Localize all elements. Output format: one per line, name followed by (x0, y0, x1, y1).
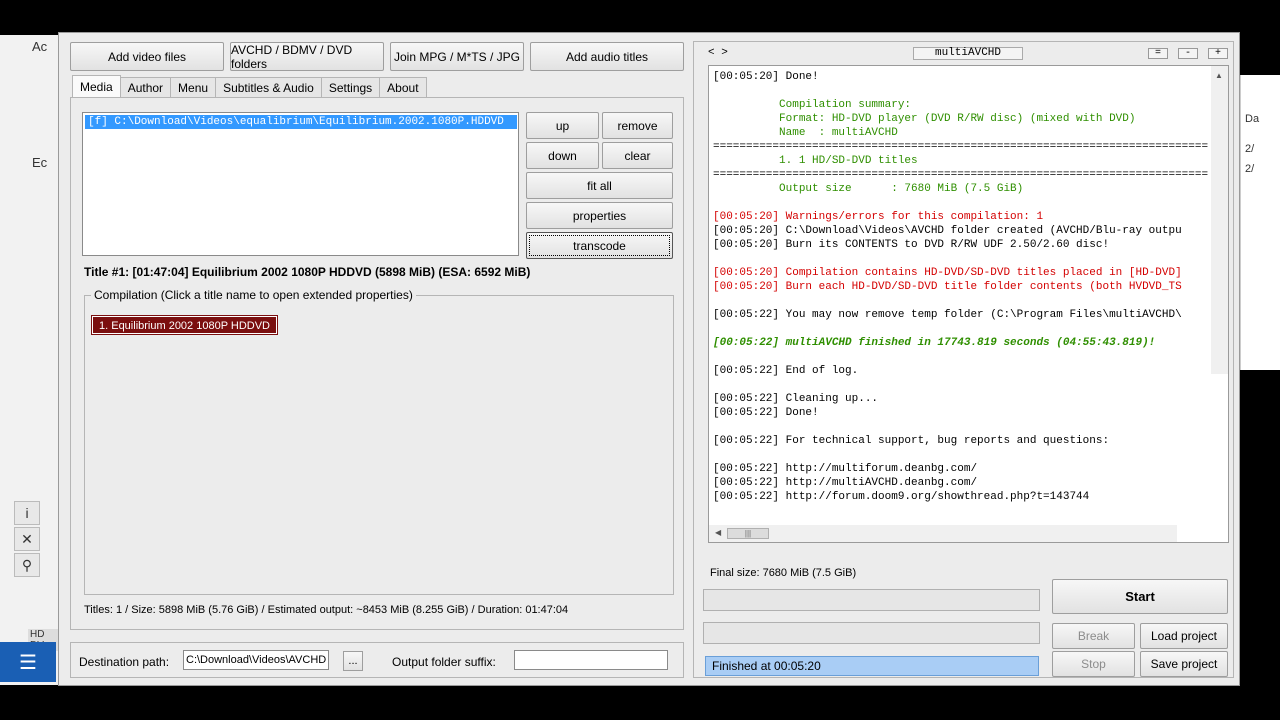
tab-author[interactable]: Author (119, 77, 172, 98)
log-line: 1. 1 HD/SD-DVD titles (713, 155, 918, 167)
stop-button[interactable]: Stop (1052, 651, 1135, 677)
fit-all-button[interactable]: fit all (526, 172, 673, 199)
tab-bar: Media Author Menu Subtitles & Audio Sett… (72, 75, 427, 98)
font-smaller-icon[interactable]: - (1178, 48, 1198, 59)
log-line: [00:05:20] Warnings/errors for this comp… (713, 211, 1044, 223)
background-text: Da (1245, 113, 1260, 125)
start-button[interactable]: Start (1052, 579, 1228, 614)
log-line: [00:05:22] http://multiforum.deanbg.com/ (713, 463, 978, 475)
avchd-folders-button[interactable]: AVCHD / BDMV / DVD folders (230, 42, 384, 71)
tab-about[interactable]: About (379, 77, 427, 98)
remove-button[interactable]: remove (602, 112, 673, 139)
info-icon[interactable]: i (14, 501, 40, 525)
log-lines: [00:05:20] Done! Compilation summary: Fo… (713, 70, 1208, 524)
taskbar-menu-icon[interactable]: ☰ (0, 642, 56, 682)
scroll-left-arrow-icon[interactable]: ◀ (715, 528, 721, 537)
multiavchd-window: Add video files AVCHD / BDMV / DVD folde… (58, 32, 1240, 686)
font-larger-icon[interactable]: + (1208, 48, 1228, 59)
search-icon[interactable]: ⚲ (14, 553, 40, 577)
add-audio-titles-button[interactable]: Add audio titles (530, 42, 684, 71)
file-list-item[interactable]: [f] C:\Download\Videos\equalibrium\Equil… (85, 115, 517, 129)
log-line: [00:05:22] http://forum.doom9.org/showth… (713, 491, 1090, 503)
compilation-group: Compilation (Click a title name to open … (84, 288, 674, 595)
load-project-button[interactable]: Load project (1140, 623, 1228, 649)
compilation-title-item[interactable]: 1. Equilibrium 2002 1080P HDDVD (91, 315, 278, 335)
tab-subtitles-audio[interactable]: Subtitles & Audio (215, 77, 322, 98)
status-bar: Finished at 00:05:20 (705, 656, 1039, 676)
panel-toggle-button[interactable]: < > (708, 47, 728, 59)
log-line: [00:05:22] End of log. (713, 365, 859, 377)
vertical-scrollbar[interactable]: ▲ (1211, 66, 1228, 374)
scrollbar-thumb[interactable]: ||| (727, 528, 769, 539)
log-line: [00:05:20] Burn each HD-DVD/SD-DVD title… (713, 281, 1182, 293)
log-line: [00:05:22] http://multiAVCHD.deanbg.com/ (713, 477, 978, 489)
screen: Ac Ec i ✕ ⚲ HD DV ☰ Da 2/ 2/ Add video f… (0, 0, 1280, 720)
progress-bar-secondary (703, 622, 1040, 644)
background-text: Ac (32, 39, 48, 54)
clear-button[interactable]: clear (602, 142, 673, 169)
log-output[interactable]: [00:05:20] Done! Compilation summary: Fo… (708, 65, 1229, 543)
save-project-button[interactable]: Save project (1140, 651, 1228, 677)
background-app-left: Ac Ec i ✕ ⚲ HD DV (0, 35, 60, 685)
close-icon[interactable]: ✕ (14, 527, 40, 551)
destination-path-label: Destination path: (79, 655, 170, 669)
log-line: [00:05:22] Done! (713, 407, 819, 419)
background-text: 2/ (1245, 143, 1255, 155)
output-folder-suffix-input[interactable] (514, 650, 668, 670)
horizontal-scrollbar[interactable]: ◀ ||| (709, 525, 1177, 542)
log-line: Name : multiAVCHD (713, 127, 898, 139)
log-line: [00:05:20] Done! (713, 71, 819, 83)
log-line: [00:05:20] Burn its CONTENTS to DVD R/RW… (713, 239, 1110, 251)
progress-bar-primary (703, 589, 1040, 611)
destination-bar: Destination path: ... Output folder suff… (70, 642, 684, 678)
log-line: ========================================… (713, 141, 1208, 153)
log-line: [00:05:20] C:\Download\Videos\AVCHD fold… (713, 225, 1182, 237)
browse-button[interactable]: ... (343, 651, 363, 671)
tab-settings[interactable]: Settings (320, 77, 381, 98)
log-line: Compilation summary: (713, 99, 912, 111)
log-line: [00:05:22] For technical support, bug re… (713, 435, 1110, 447)
move-down-button[interactable]: down (526, 142, 599, 169)
final-size-label: Final size: 7680 MiB (7.5 GiB) (710, 567, 857, 579)
equal-icon[interactable]: = (1148, 48, 1168, 59)
source-file-list[interactable]: [f] C:\Download\Videos\equalibrium\Equil… (82, 112, 519, 256)
log-line: [00:05:20] Compilation contains HD-DVD/S… (713, 267, 1182, 279)
tab-media[interactable]: Media (72, 75, 121, 98)
background-text: 2/ (1245, 163, 1255, 175)
log-line: Format: HD-DVD player (DVD R/RW disc) (m… (713, 113, 1136, 125)
title-info: Title #1: [01:47:04] Equilibrium 2002 10… (84, 265, 531, 279)
log-line: [00:05:22] You may now remove temp folde… (713, 309, 1182, 321)
background-text: Ec (32, 155, 48, 170)
join-files-button[interactable]: Join MPG / M*TS / JPG (390, 42, 524, 71)
add-video-files-button[interactable]: Add video files (70, 42, 224, 71)
media-tab-panel: [f] C:\Download\Videos\equalibrium\Equil… (70, 97, 684, 630)
properties-button[interactable]: properties (526, 202, 673, 229)
transcode-button[interactable]: transcode (526, 232, 673, 259)
log-panel-title: multiAVCHD (913, 47, 1023, 60)
log-line: [00:05:22] Cleaning up... (713, 393, 879, 405)
scroll-up-arrow-icon[interactable]: ▲ (1215, 71, 1223, 80)
destination-path-input[interactable] (183, 650, 329, 670)
log-panel: < > multiAVCHD = - + [00:05:20] Done! Co… (693, 41, 1234, 678)
background-app-right: Da 2/ 2/ (1240, 75, 1280, 370)
log-line: [00:05:22] multiAVCHD finished in 17743.… (713, 337, 1156, 349)
log-line: ========================================… (713, 169, 1208, 181)
compilation-legend: Compilation (Click a title name to open … (91, 288, 416, 302)
log-line: Output size : 7680 MiB (7.5 GiB) (713, 183, 1024, 195)
output-folder-suffix-label: Output folder suffix: (392, 655, 496, 669)
compilation-summary-line: Titles: 1 / Size: 5898 MiB (5.76 GiB) / … (84, 604, 569, 616)
tab-menu[interactable]: Menu (170, 77, 217, 98)
break-button[interactable]: Break (1052, 623, 1135, 649)
move-up-button[interactable]: up (526, 112, 599, 139)
